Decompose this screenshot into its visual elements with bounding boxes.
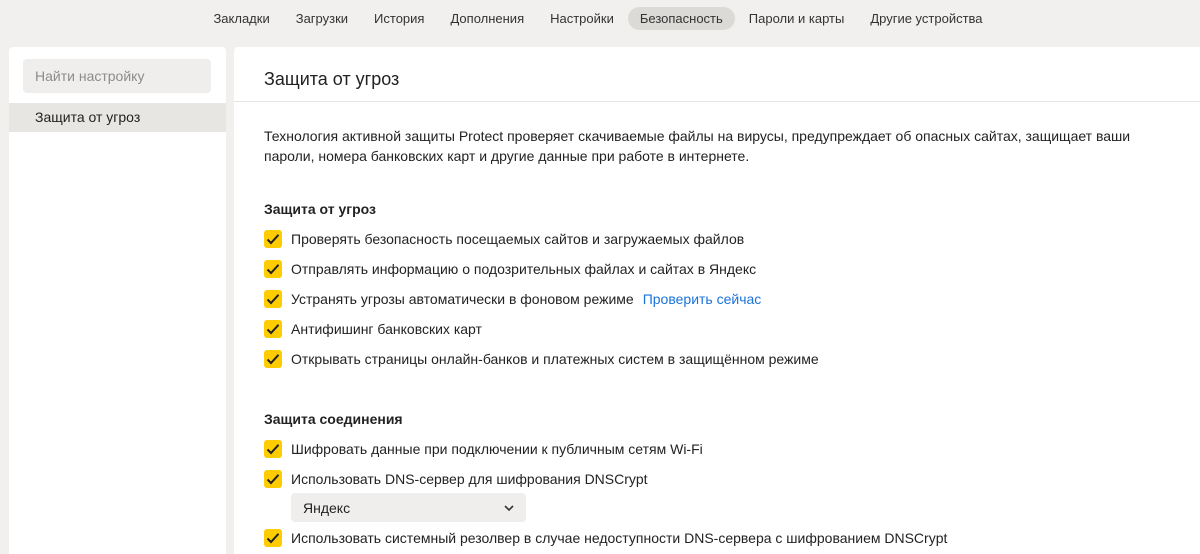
option-label: Отправлять информацию о подозрительных ф…: [291, 261, 757, 277]
header-divider: [234, 101, 1200, 102]
option-label: Использовать DNS-сервер для шифрования D…: [291, 471, 648, 487]
sidebar: Защита от угроз: [9, 47, 226, 554]
checkbox-system-resolver-fallback[interactable]: [264, 529, 282, 547]
tab-downloads[interactable]: Загрузки: [284, 7, 360, 30]
check-icon: [266, 474, 280, 485]
check-icon: [266, 294, 280, 305]
check-icon: [266, 444, 280, 455]
option-label: Проверять безопасность посещаемых сайтов…: [291, 231, 745, 247]
section-title-threat-protection: Защита от угроз: [264, 201, 376, 217]
sidebar-item-threat-protection[interactable]: Защита от угроз: [9, 103, 226, 132]
check-icon: [266, 264, 280, 275]
option-system-resolver-fallback: Использовать системный резолвер в случае…: [264, 528, 947, 548]
tab-security[interactable]: Безопасность: [627, 6, 735, 30]
chevron-down-icon: [504, 504, 514, 511]
tab-passwords-cards[interactable]: Пароли и карты: [737, 7, 857, 30]
option-use-dnscrypt: Использовать DNS-сервер для шифрования D…: [264, 469, 648, 489]
option-label: Шифровать данные при подключении к публи…: [291, 441, 703, 457]
check-icon: [266, 533, 280, 544]
option-auto-remove-threats: Устранять угрозы автоматически в фоновом…: [264, 289, 761, 309]
option-label: Антифишинг банковских карт: [291, 321, 482, 337]
protect-description: Технология активной защиты Protect прове…: [264, 128, 1131, 164]
tab-history[interactable]: История: [362, 7, 436, 30]
tab-bookmarks[interactable]: Закладки: [201, 7, 281, 30]
check-now-link[interactable]: Проверить сейчас: [643, 291, 762, 307]
checkbox-use-dnscrypt[interactable]: [264, 470, 282, 488]
option-antiphishing-cards: Антифишинг банковских карт: [264, 319, 482, 339]
tab-settings[interactable]: Настройки: [538, 7, 626, 30]
checkbox-encrypt-public-wifi[interactable]: [264, 440, 282, 458]
option-encrypt-public-wifi: Шифровать данные при подключении к публи…: [264, 439, 703, 459]
tab-other-devices[interactable]: Другие устройства: [858, 7, 994, 30]
dns-server-select[interactable]: Яндекс: [291, 493, 526, 522]
option-check-sites-files: Проверять безопасность посещаемых сайтов…: [264, 229, 744, 249]
option-send-suspicious-info: Отправлять информацию о подозрительных ф…: [264, 259, 756, 279]
page-title: Защита от угроз: [264, 69, 400, 89]
checkbox-send-suspicious-info[interactable]: [264, 260, 282, 278]
search-settings-input[interactable]: [23, 59, 211, 93]
option-label: Устранять угрозы автоматически в фоновом…: [291, 291, 634, 307]
check-icon: [266, 324, 280, 335]
dns-server-select-value: Яндекс: [303, 499, 351, 516]
checkbox-antiphishing-cards[interactable]: [264, 320, 282, 338]
option-label: Использовать системный резолвер в случае…: [291, 530, 948, 546]
option-label: Открывать страницы онлайн-банков и плате…: [291, 351, 819, 367]
check-icon: [266, 354, 280, 365]
top-navigation: Закладки Загрузки История Дополнения Нас…: [0, 0, 1200, 36]
option-protected-mode-banks: Открывать страницы онлайн-банков и плате…: [264, 349, 819, 369]
tab-extensions[interactable]: Дополнения: [438, 7, 536, 30]
section-title-connection-protection: Защита соединения: [264, 411, 403, 427]
check-icon: [266, 234, 280, 245]
checkbox-auto-remove-threats[interactable]: [264, 290, 282, 308]
main-panel: Защита от угроз Технология активной защи…: [234, 47, 1200, 554]
checkbox-protected-mode-banks[interactable]: [264, 350, 282, 368]
checkbox-check-sites-files[interactable]: [264, 230, 282, 248]
